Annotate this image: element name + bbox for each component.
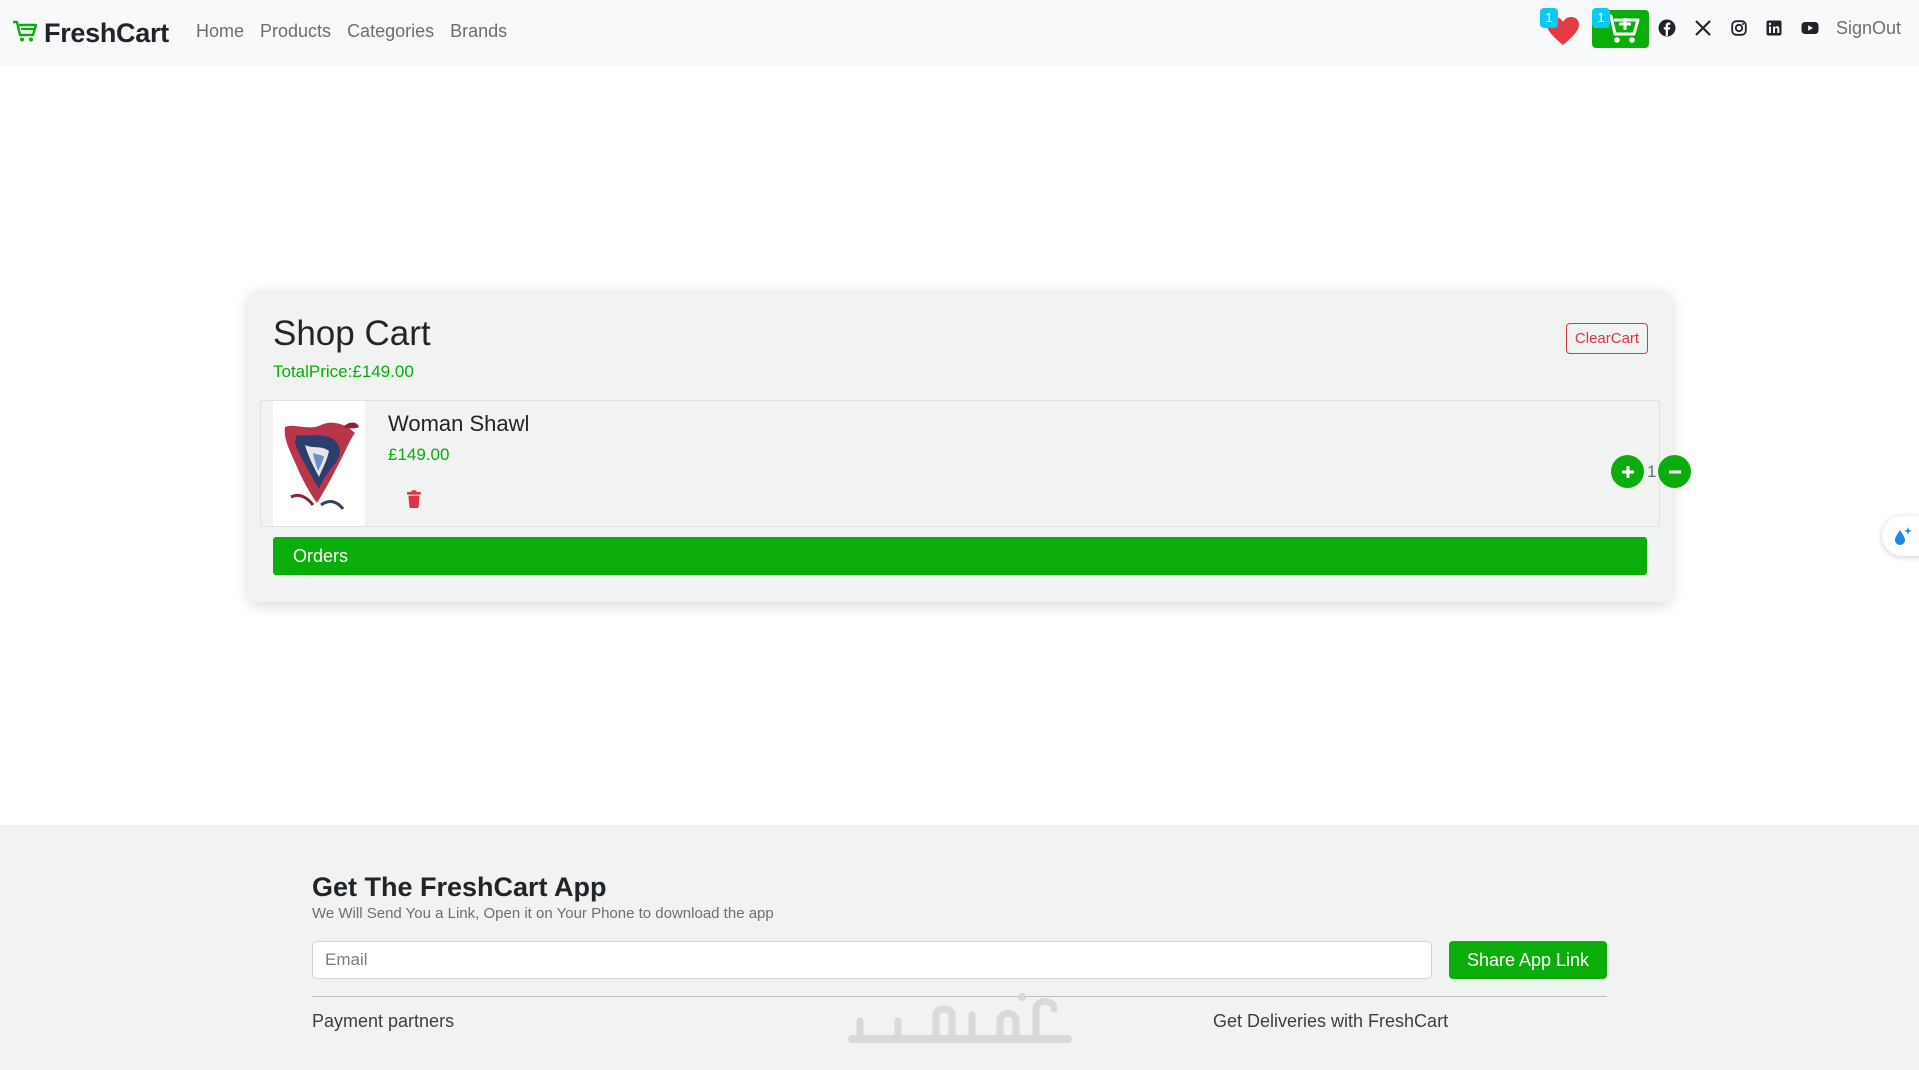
product-image (273, 401, 365, 526)
cart-item-name: Woman Shawl (388, 411, 530, 436)
trash-icon[interactable] (406, 490, 424, 510)
page-footer: Get The FreshCart App We Will Send You a… (0, 825, 1919, 1070)
sparkle-drop-icon (1895, 527, 1912, 545)
youtube-icon[interactable] (1799, 17, 1821, 39)
brand-name: FreshCart (44, 18, 169, 48)
payment-partners-label: Payment partners (312, 1011, 455, 1031)
clear-cart-button[interactable]: ClearCart (1566, 323, 1648, 354)
cart-total-price: TotalPrice:£149.00 (273, 362, 414, 381)
nav-link-home[interactable]: Home (196, 21, 244, 42)
signout-link[interactable]: SignOut (1836, 18, 1901, 39)
top-navbar: FreshCart Home Products Categories Brand… (0, 0, 1919, 66)
cart-item-price: £149.00 (388, 445, 450, 464)
cart-item-quantity: 1 (1647, 462, 1657, 481)
brand-logo[interactable]: FreshCart (12, 18, 169, 49)
footer-title: Get The FreshCart App (312, 872, 607, 902)
increase-quantity-button[interactable] (1611, 455, 1644, 488)
main-nav: Home Products Categories Brands (196, 21, 507, 42)
nav-link-products[interactable]: Products (260, 21, 331, 42)
email-input[interactable] (312, 941, 1432, 979)
minus-icon (1668, 470, 1681, 473)
nav-link-categories[interactable]: Categories (347, 21, 434, 42)
orders-button[interactable]: Orders (273, 537, 1647, 575)
x-twitter-icon[interactable] (1692, 17, 1714, 39)
nav-link-brands[interactable]: Brands (450, 21, 507, 42)
deliveries-label: Get Deliveries with FreshCart (1213, 1011, 1449, 1031)
decrease-quantity-button[interactable] (1658, 455, 1691, 488)
cart-title: Shop Cart (273, 314, 431, 353)
shopping-cart-logo-icon (12, 18, 38, 49)
shop-cart-panel: Shop Cart TotalPrice:£149.00 ClearCart W… (248, 290, 1691, 602)
facebook-icon[interactable] (1656, 17, 1678, 39)
cart-add-icon (1606, 14, 1640, 43)
cart-button[interactable]: 1 (1592, 8, 1649, 48)
cart-item-row: Woman Shawl £149.00 1 (260, 400, 1691, 527)
plus-icon (1621, 465, 1634, 478)
khamsat-watermark (848, 993, 1072, 1043)
wishlist-button[interactable]: 1 (1540, 8, 1582, 48)
wishlist-count-badge: 1 (1540, 8, 1558, 28)
instagram-icon[interactable] (1728, 17, 1750, 39)
linkedin-icon[interactable] (1763, 17, 1785, 39)
side-floating-widget[interactable] (1882, 516, 1919, 556)
footer-subtitle: We Will Send You a Link, Open it on Your… (312, 905, 774, 922)
cart-count-badge: 1 (1592, 8, 1610, 28)
share-app-link-button[interactable]: Share App Link (1449, 941, 1607, 979)
